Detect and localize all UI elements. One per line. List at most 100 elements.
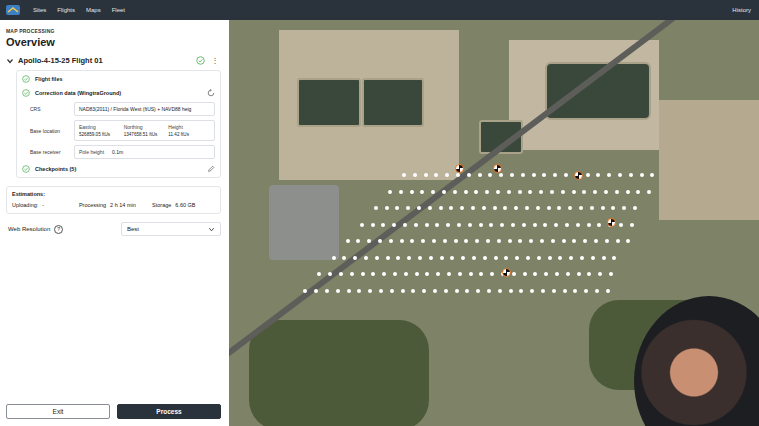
waypoint-dot [446,223,450,227]
waypoint-dot [482,206,486,210]
crs-field[interactable]: NAD83(2011) / Florida West (ftUS) + NAVD… [74,102,215,116]
web-resolution-label: Web Resolution [8,226,50,232]
waypoint-dot [572,239,576,243]
estimations-title: Estimations: [12,191,215,197]
waypoint-dot [500,223,504,227]
waypoint-dot [439,206,443,210]
waypoint-dot [415,272,419,276]
waypoint-dot [566,272,570,276]
menu-button[interactable]: ⋮ [209,56,221,65]
waypoint-dot [626,190,630,194]
web-resolution-select[interactable]: Best [121,222,221,236]
main: MAP PROCESSINGOverviewApollo-4-15-25 Fli… [0,20,759,426]
waypoint-dot [371,272,375,276]
waypoint-dot [424,173,428,177]
waypoint-dot [429,256,433,260]
waypoint-dot [602,256,606,260]
waypoint-dot [303,289,307,293]
pole-height-field[interactable]: Pole height0.1m [74,145,215,159]
step-header[interactable]: Flight files [22,75,215,83]
waypoint-dot [522,223,526,227]
waypoint-dot [460,206,464,210]
waypoint-dot [619,223,623,227]
coordinate-value: 11.42 ftUs [168,132,210,137]
waypoint-dot [431,190,435,194]
waypoint-dot [325,289,329,293]
flight-header[interactable]: Apollo-4-15-25 Flight 01 ⋮ [6,54,221,67]
coordinate-label: Northing [124,124,166,130]
nav-item[interactable]: Fleet [112,7,125,13]
waypoint-dot [453,190,457,194]
waypoint-dot [418,256,422,260]
flight-name: Apollo-4-15-25 Flight 01 [18,56,192,65]
step: Checkpoints (5) [22,165,215,173]
step-label: Correction data (WingtraGround) [35,90,202,96]
estimation-value: - [42,202,44,208]
checkpoint-icon[interactable] [493,164,502,173]
waypoint-dot [587,272,591,276]
waypoint-dot [633,206,637,210]
coordinate-label: Easting [79,124,121,130]
top-bar: Sites Flights Maps Fleet History [0,0,759,20]
waypoint-dot [640,173,644,177]
waypoint-dot [400,239,404,243]
logo-icon[interactable] [6,5,20,15]
action-button[interactable]: Process [117,404,221,419]
waypoint-dot [606,289,610,293]
step-header[interactable]: Correction data (WingtraGround) [22,89,215,97]
waypoint-dot [650,173,654,177]
checkpoint-icon[interactable] [607,218,616,227]
base-location-row: Base locationEasting526859.05 ftUsNorthi… [30,120,215,141]
waypoint-dot [428,206,432,210]
waypoint-dot [509,289,513,293]
waypoint-dot [630,223,634,227]
chevron-icon[interactable] [6,57,14,65]
waypoint-dot [332,256,336,260]
waypoint-dot [435,223,439,227]
waypoint-dot [361,272,365,276]
waypoint-dot [629,173,633,177]
waypoint-dot [510,173,514,177]
waypoint-dot [626,239,630,243]
waypoint-dot [490,272,494,276]
action-button[interactable]: Exit [6,404,110,419]
waypoint-dot [478,173,482,177]
checkpoint-icon[interactable] [502,268,511,277]
page-title: Overview [6,36,221,48]
estimation-label: Uploading: [12,202,38,208]
nav-item[interactable]: Flights [57,7,75,13]
checkpoint-icon[interactable] [574,171,583,180]
checkpoint-icon[interactable] [455,164,464,173]
history-link[interactable]: History [732,7,751,13]
waypoint-dot [390,289,394,293]
waypoint-dot [407,256,411,260]
step-header[interactable]: Checkpoints (5) [22,165,215,173]
waypoint-dot [454,239,458,243]
waypoint-dot [433,289,437,293]
waypoint-dot [469,272,473,276]
info-icon[interactable]: ? [54,225,63,234]
web-resolution-row: Web Resolution? Best [6,222,221,236]
waypoint-dot [616,239,620,243]
waypoint-dot [385,206,389,210]
waypoint-dot [336,289,340,293]
waypoint-dot [558,256,562,260]
waypoint-dot [360,223,364,227]
waypoint-dot [402,173,406,177]
waypoint-dot [479,272,483,276]
waypoint-dot [609,272,613,276]
waypoint-dot [503,206,507,210]
pencil-icon[interactable] [207,165,215,173]
map[interactable] [229,20,759,426]
nav-item[interactable]: Maps [86,7,101,13]
waypoint-dot [486,239,490,243]
estimation: Processing2 h 14 min [79,202,148,208]
waypoint-dot [543,223,547,227]
nav-item[interactable]: Sites [33,7,46,13]
waypoint-dot [350,272,354,276]
button-row: Exit Process [6,404,221,419]
waypoint-dot [444,289,448,293]
waypoint-dot [389,239,393,243]
base-location-field[interactable]: Easting526859.05 ftUsNorthing1347658.51 … [74,120,215,141]
waypoint-dot [526,256,530,260]
